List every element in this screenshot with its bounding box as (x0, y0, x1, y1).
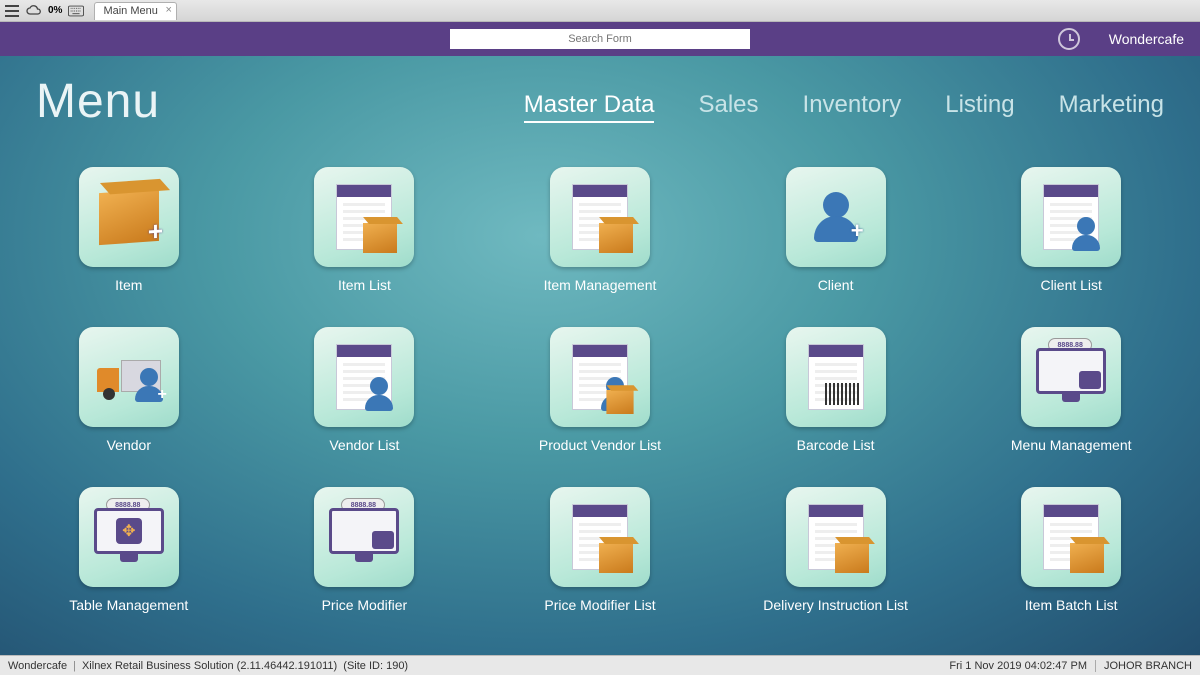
window-frame-bar: 0% Main Menu × (0, 0, 1200, 22)
status-bar: Wondercafe | Xilnex Retail Business Solu… (0, 655, 1200, 675)
tab-marketing[interactable]: Marketing (1059, 91, 1164, 123)
tile-vendor[interactable]: Vendor (56, 327, 202, 453)
monitor-util-icon: 8888.88 (1021, 327, 1121, 427)
status-location: JOHOR BRANCH (1095, 660, 1192, 672)
tile-product-vendor-list[interactable]: Product Vendor List (527, 327, 673, 453)
monitor-util-icon: 8888.88 (314, 487, 414, 587)
tile-label: Product Vendor List (539, 437, 661, 453)
truck-person-plus-icon (79, 327, 179, 427)
tile-vendor-list[interactable]: Vendor List (292, 327, 438, 453)
tile-grid: Item Item List Item Management Client Client… (36, 167, 1164, 613)
tile-label: Delivery Instruction List (763, 597, 908, 613)
tile-table-management[interactable]: 8888.88 Table Management (56, 487, 202, 613)
status-company: Wondercafe (8, 660, 67, 672)
keyboard-icon[interactable] (68, 3, 84, 19)
doc-person-icon (314, 327, 414, 427)
doc-box-icon (1021, 487, 1121, 587)
tab-sales[interactable]: Sales (698, 91, 758, 123)
tile-label: Item Management (544, 277, 657, 293)
doc-person-icon (1021, 167, 1121, 267)
person-plus-icon (786, 167, 886, 267)
tile-label: Table Management (69, 597, 188, 613)
tile-item-management[interactable]: Item Management (527, 167, 673, 293)
tile-price-modifier-list[interactable]: Price Modifier List (527, 487, 673, 613)
tile-item[interactable]: Item (56, 167, 202, 293)
tile-client[interactable]: Client (763, 167, 909, 293)
tile-item-batch-list[interactable]: Item Batch List (998, 487, 1144, 613)
tile-label: Menu Management (1011, 437, 1132, 453)
cloud-icon[interactable] (26, 3, 42, 19)
status-site: (Site ID: 190) (343, 660, 408, 672)
tab-listing[interactable]: Listing (945, 91, 1014, 123)
tile-barcode-list[interactable]: Barcode List (763, 327, 909, 453)
hamburger-icon[interactable] (4, 3, 20, 19)
close-tab-icon[interactable]: × (165, 4, 171, 16)
nav-tabs: Master Data Sales Inventory Listing Marketin… (524, 91, 1164, 123)
main-area: Menu Master Data Sales Inventory Listing Mar… (0, 56, 1200, 655)
tile-label: Price Modifier (322, 597, 408, 613)
tile-client-list[interactable]: Client List (998, 167, 1144, 293)
status-datetime: Fri 1 Nov 2019 04:02:47 PM (949, 660, 1087, 672)
doc-box-icon (550, 487, 650, 587)
search-input[interactable] (450, 29, 750, 49)
tile-label: Item List (338, 277, 391, 293)
tile-label: Item Batch List (1025, 597, 1118, 613)
sync-percent: 0% (48, 5, 62, 16)
tile-delivery-instruction-list[interactable]: Delivery Instruction List (763, 487, 909, 613)
box-plus-icon (79, 167, 179, 267)
tile-label: Barcode List (797, 437, 875, 453)
doc-box-icon (786, 487, 886, 587)
tile-label: Client List (1040, 277, 1101, 293)
clock-icon[interactable] (1058, 28, 1080, 50)
page-title: Menu (36, 74, 160, 129)
doc-box-icon (550, 167, 650, 267)
tile-label: Price Modifier List (544, 597, 655, 613)
tile-label: Vendor (107, 437, 151, 453)
doc-box-icon (314, 167, 414, 267)
tab-label: Main Menu (103, 5, 157, 17)
tile-item-list[interactable]: Item List (292, 167, 438, 293)
tile-label: Item (115, 277, 142, 293)
tile-menu-management[interactable]: 8888.88 Menu Management (998, 327, 1144, 453)
brand-label: Wondercafe (1109, 31, 1184, 47)
monitor-arrows-icon: 8888.88 (79, 487, 179, 587)
doc-barcode-icon (786, 327, 886, 427)
tab-main-menu[interactable]: Main Menu × (94, 2, 176, 20)
tab-master-data[interactable]: Master Data (524, 91, 655, 123)
tab-inventory[interactable]: Inventory (803, 91, 902, 123)
status-app: Xilnex Retail Business Solution (2.11.46… (82, 660, 337, 672)
tile-price-modifier[interactable]: 8888.88 Price Modifier (292, 487, 438, 613)
app-header: Wondercafe (0, 22, 1200, 56)
tile-label: Vendor List (329, 437, 399, 453)
doc-person-box-icon (550, 327, 650, 427)
tile-label: Client (818, 277, 854, 293)
